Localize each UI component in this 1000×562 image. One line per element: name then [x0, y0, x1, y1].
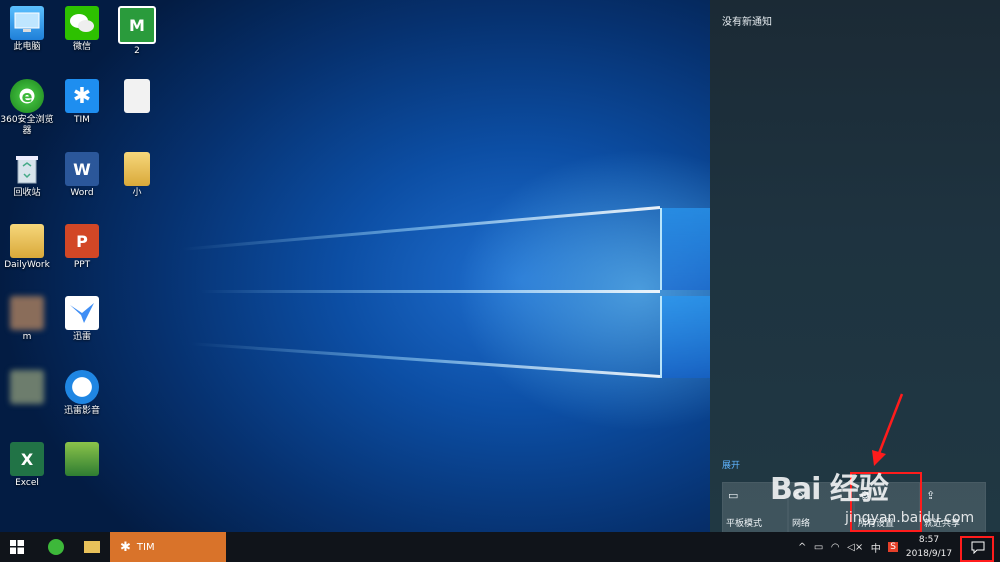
- baidu-watermark-url: jingyan.baidu.com: [845, 510, 975, 526]
- desktop-icon-blurred-2[interactable]: [52, 442, 112, 478]
- taskbar-clock[interactable]: 8:57 2018/9/17: [900, 533, 958, 561]
- desktop-icon-label: 小: [132, 188, 142, 198]
- computer-icon: [10, 6, 44, 40]
- baidu-watermark: Bai 经验: [770, 472, 889, 507]
- desktop-icon-tim[interactable]: ✱ TIM: [52, 79, 112, 126]
- quick-action-nearby-share[interactable]: ⇪ 就近共享: [920, 482, 986, 534]
- browser-360-icon: e: [10, 79, 44, 113]
- desktop-icon-recycle-bin[interactable]: 回收站: [0, 152, 57, 199]
- quick-action-label: 网络: [792, 519, 811, 529]
- ime-indicator[interactable]: 中: [871, 540, 881, 555]
- taskbar-task-label: TIM: [136, 541, 155, 553]
- desktop-icon-word[interactable]: W Word: [52, 152, 112, 199]
- desktop-icon-wechat[interactable]: 微信: [52, 6, 112, 53]
- taskbar-tim-task[interactable]: ✱ TIM: [110, 532, 226, 562]
- windows-logo-icon: [10, 540, 24, 554]
- action-center-panel: 没有新通知 展开 ▭ 平板模式 ◠ 网络 ⚙ 所有设置 ⇪ 就近共享: [710, 0, 1000, 534]
- wallpaper-light-beam: [191, 342, 661, 378]
- desktop-icon-label: 微信: [72, 42, 91, 52]
- powerpoint-icon: P: [65, 224, 99, 258]
- desktop-wallpaper: 此电脑 e 360安全浏览器 回收站 DailyWork m X Excel 微…: [0, 0, 710, 532]
- desktop-icon-excel[interactable]: X Excel: [0, 442, 57, 489]
- browser-360-icon: [48, 539, 64, 555]
- folder-icon: [10, 224, 44, 258]
- app-icon: M: [118, 6, 156, 44]
- desktop-icon-document[interactable]: [107, 79, 167, 115]
- wallpaper-window-pane: [660, 208, 710, 290]
- desktop-icon-label: 此电脑: [13, 42, 41, 52]
- wechat-icon: [65, 6, 99, 40]
- clock-date: 2018/9/17: [905, 549, 953, 559]
- xunlei-icon: [65, 296, 99, 330]
- desktop-icon-label: 回收站: [13, 188, 41, 198]
- highlight-box-action-center: [960, 536, 994, 562]
- desktop-icon-label: PPT: [73, 260, 91, 270]
- desktop-icon-360-browser[interactable]: e 360安全浏览器: [0, 79, 57, 137]
- start-button[interactable]: [0, 532, 34, 562]
- desktop-icon-label: Excel: [15, 478, 39, 488]
- desktop-icon-m[interactable]: m: [0, 296, 57, 343]
- desktop-icon-label: m: [22, 332, 32, 342]
- excel-icon: X: [10, 442, 44, 476]
- desktop-icon-label: 迅雷影音: [63, 406, 100, 416]
- desktop-icon-xunlei[interactable]: 迅雷: [52, 296, 112, 343]
- battery-icon[interactable]: ▭: [814, 542, 823, 553]
- quick-action-label: 平板模式: [726, 519, 763, 529]
- nearby-share-icon: ⇪: [926, 489, 936, 502]
- recycle-bin-icon: [10, 152, 44, 186]
- clock-time: 8:57: [918, 535, 940, 545]
- desktop-icon-label: 2: [134, 46, 140, 56]
- wallpaper-light-beam: [200, 290, 660, 293]
- desktop-icon-xunlei-player[interactable]: 迅雷影音: [52, 370, 112, 417]
- folder-icon: [84, 541, 100, 553]
- taskbar: ✱ TIM ^ ▭ ◠ ◁× 中 S 8:57 2018/9/17: [0, 532, 1000, 562]
- taskbar-360-browser[interactable]: [40, 532, 72, 562]
- desktop-icon-label: 迅雷: [72, 332, 91, 342]
- show-hidden-icons-button[interactable]: ^: [798, 542, 806, 553]
- wallpaper-light-beam: [181, 206, 661, 251]
- xunlei-player-icon: [65, 370, 99, 404]
- no-notifications-label: 没有新通知: [722, 17, 772, 28]
- desktop-icon-app-2[interactable]: M 2: [107, 6, 167, 57]
- wallpaper-window-pane: [660, 296, 710, 378]
- expand-link[interactable]: 展开: [722, 458, 740, 471]
- document-icon: [124, 79, 150, 113]
- desktop-icon-label: DailyWork: [4, 260, 50, 270]
- tim-icon: ✱: [120, 539, 131, 555]
- tablet-mode-icon: ▭: [728, 489, 739, 502]
- system-tray: ^ ▭ ◠ ◁× 中 S: [798, 532, 898, 562]
- desktop-icon-label: Word: [70, 188, 94, 198]
- sogou-input-icon[interactable]: S: [888, 542, 898, 552]
- desktop-icon-label: TIM: [74, 115, 90, 125]
- app-icon: [10, 296, 44, 330]
- volume-muted-icon[interactable]: ◁×: [847, 542, 863, 553]
- desktop-icon-blurred[interactable]: [0, 370, 57, 406]
- app-icon: [10, 370, 44, 404]
- desktop-icon-this-pc[interactable]: 此电脑: [0, 6, 57, 53]
- tim-icon: ✱: [65, 79, 99, 113]
- folder-icon: [124, 152, 150, 186]
- annotation-arrow: [872, 393, 904, 466]
- desktop-icon-ppt[interactable]: P PPT: [52, 224, 112, 271]
- desktop-icon-dailywork[interactable]: DailyWork: [0, 224, 57, 271]
- app-icon: [65, 442, 99, 476]
- taskbar-file-explorer[interactable]: [76, 532, 108, 562]
- word-icon: W: [65, 152, 99, 186]
- wifi-icon[interactable]: ◠: [831, 542, 840, 553]
- desktop-icon-folder[interactable]: 小: [107, 152, 167, 199]
- desktop-icon-label: 360安全浏览器: [0, 115, 54, 136]
